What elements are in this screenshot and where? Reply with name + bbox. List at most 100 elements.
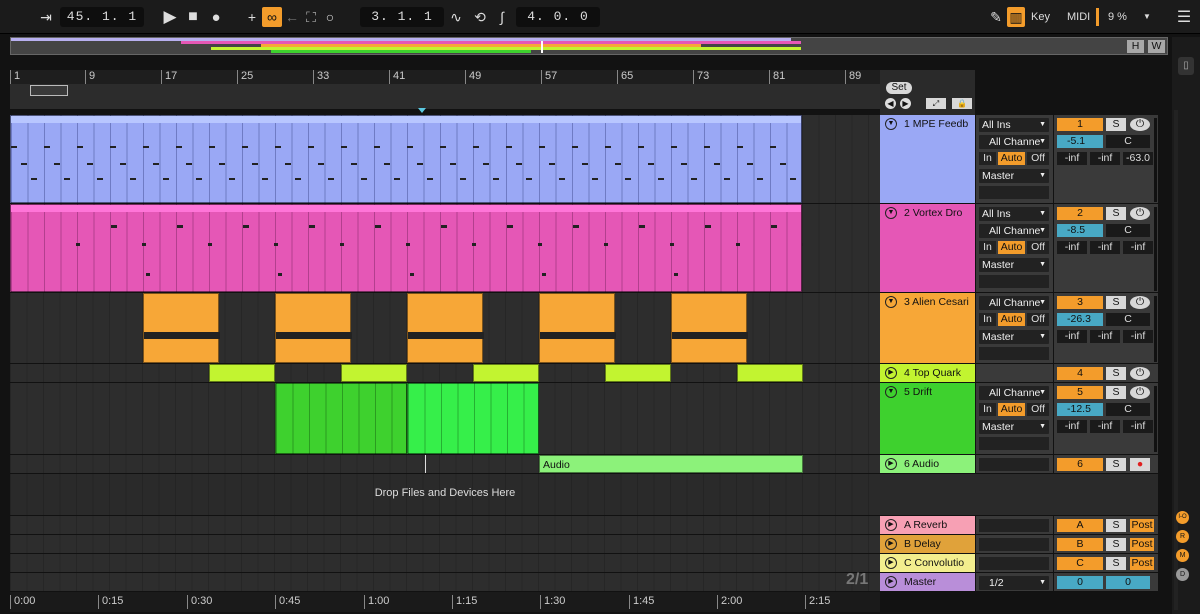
volume-field[interactable]: -26.3 bbox=[1057, 313, 1103, 326]
volume-field[interactable]: -5.1 bbox=[1057, 135, 1103, 148]
track-activator[interactable]: C bbox=[1057, 557, 1103, 570]
solo-button[interactable]: S bbox=[1106, 557, 1126, 570]
solo-button[interactable]: S bbox=[1106, 538, 1126, 551]
arm-icon[interactable]: ⏻ bbox=[1130, 207, 1150, 220]
return-lane-b[interactable] bbox=[10, 535, 880, 554]
pan-field[interactable]: C bbox=[1106, 224, 1150, 237]
loop-length[interactable]: 4. 0. 0 bbox=[516, 7, 600, 27]
monitor-in-button[interactable]: In bbox=[979, 403, 996, 416]
fold-icon[interactable]: ▶ bbox=[885, 519, 897, 531]
track-lane-2[interactable] bbox=[10, 204, 880, 293]
set-locator-button[interactable]: Set bbox=[886, 82, 912, 94]
io-toggle[interactable]: I-O bbox=[1176, 511, 1189, 524]
arm-icon[interactable]: ⏻ bbox=[1130, 118, 1150, 131]
output-channel[interactable] bbox=[979, 519, 1049, 532]
midi-clip[interactable] bbox=[209, 364, 275, 382]
post-button[interactable]: Post bbox=[1130, 557, 1154, 570]
return-lane-a[interactable] bbox=[10, 516, 880, 535]
track-activator[interactable]: 1 bbox=[1057, 118, 1103, 131]
track-activator[interactable]: 3 bbox=[1057, 296, 1103, 309]
monitor-in-button[interactable]: In bbox=[979, 313, 996, 326]
midi-clip[interactable] bbox=[143, 293, 220, 363]
fold-icon[interactable]: ▼ bbox=[885, 118, 897, 130]
next-locator-icon[interactable]: ▶ bbox=[900, 98, 911, 109]
volume-field[interactable]: -12.5 bbox=[1057, 403, 1103, 416]
return-header-c[interactable]: ▶ C Convolutio bbox=[880, 554, 975, 573]
track-header-6[interactable]: ▶ 6 Audio bbox=[880, 455, 975, 474]
link-icon[interactable]: ∞ bbox=[262, 7, 282, 27]
arm-icon[interactable]: ⏻ bbox=[1130, 296, 1150, 309]
cue-out-select[interactable]: 1/2 bbox=[979, 576, 1049, 590]
fold-icon[interactable]: ▶ bbox=[885, 367, 897, 379]
fold-icon[interactable]: ▶ bbox=[885, 576, 897, 588]
track-header-5[interactable]: ▼ 5 Drift bbox=[880, 383, 975, 455]
output-channel[interactable] bbox=[979, 458, 1049, 471]
add-icon[interactable]: + bbox=[242, 7, 262, 27]
key-map-button[interactable]: Key bbox=[1031, 7, 1050, 27]
master-volume-field[interactable]: 0 bbox=[1057, 576, 1103, 589]
midi-clip[interactable] bbox=[341, 364, 407, 382]
arrangement-overview[interactable] bbox=[10, 37, 1168, 55]
prev-locator-icon[interactable]: ◀ bbox=[885, 98, 896, 109]
midi-clip[interactable] bbox=[407, 383, 539, 454]
track-lane-1[interactable] bbox=[10, 115, 880, 204]
solo-button[interactable]: S bbox=[1106, 207, 1126, 220]
monitor-off-button[interactable]: Off bbox=[1027, 152, 1049, 165]
track-activator[interactable]: A bbox=[1057, 519, 1103, 532]
monitor-in-button[interactable]: In bbox=[979, 152, 996, 165]
loop-start[interactable]: 3. 1. 1 bbox=[360, 7, 444, 27]
fold-icon[interactable]: ▼ bbox=[885, 207, 897, 219]
track-activator[interactable]: 6 bbox=[1057, 458, 1103, 471]
track-header-2[interactable]: ▼ 2 Vortex Dro bbox=[880, 204, 975, 293]
mixer-toggle[interactable]: M bbox=[1176, 549, 1189, 562]
output-channel[interactable] bbox=[979, 186, 1049, 199]
drop-header-area[interactable] bbox=[880, 474, 1158, 516]
midi-clip[interactable] bbox=[539, 293, 616, 363]
solo-button[interactable]: S bbox=[1106, 458, 1126, 471]
monitor-off-button[interactable]: Off bbox=[1027, 403, 1049, 416]
expand-icon[interactable]: ⤢ bbox=[926, 98, 946, 109]
volume-field[interactable]: -8.5 bbox=[1057, 224, 1103, 237]
overview-h-button[interactable]: H bbox=[1127, 40, 1144, 53]
drop-area[interactable]: Drop Files and Devices Here bbox=[10, 474, 880, 516]
output-channel[interactable] bbox=[979, 275, 1049, 288]
fold-icon[interactable]: ▼ bbox=[885, 386, 897, 398]
record-arm-icon[interactable]: ● bbox=[1130, 458, 1150, 471]
pan-field[interactable]: C bbox=[1106, 135, 1150, 148]
return-lane-c[interactable] bbox=[10, 554, 880, 573]
post-button[interactable]: Post bbox=[1130, 519, 1154, 532]
output-select[interactable]: Master bbox=[979, 169, 1049, 183]
record-button[interactable]: ● bbox=[206, 7, 226, 27]
overview-w-button[interactable]: W bbox=[1148, 40, 1165, 53]
monitor-auto-button[interactable]: Auto bbox=[998, 313, 1025, 326]
pan-field[interactable]: C bbox=[1106, 403, 1150, 416]
arm-icon[interactable]: ⏻ bbox=[1130, 386, 1150, 399]
track-activator[interactable]: 5 bbox=[1057, 386, 1103, 399]
scroll-icon[interactable]: ▯ bbox=[1178, 57, 1194, 75]
audio-clip[interactable]: Audio bbox=[539, 455, 803, 473]
lock-icon[interactable]: 🔒 bbox=[952, 98, 972, 109]
midi-clip[interactable] bbox=[407, 293, 484, 363]
keyboard-icon[interactable]: ▥ bbox=[1007, 7, 1025, 27]
output-select[interactable]: Master bbox=[979, 330, 1049, 344]
midi-clip[interactable] bbox=[10, 204, 803, 292]
monitor-off-button[interactable]: Off bbox=[1027, 241, 1049, 254]
fold-icon[interactable]: ▶ bbox=[885, 538, 897, 550]
monitor-off-button[interactable]: Off bbox=[1027, 313, 1049, 326]
track-header-1[interactable]: ▼ 1 MPE Feedb bbox=[880, 115, 975, 204]
input-channel-select[interactable]: All Channe bbox=[979, 135, 1049, 149]
follow-icon[interactable]: ⇥ bbox=[36, 7, 56, 27]
master-pan-field[interactable]: 0 bbox=[1106, 576, 1150, 589]
midi-clip[interactable] bbox=[275, 293, 352, 363]
punch-out-icon[interactable]: ∫ bbox=[492, 7, 512, 27]
loop-brace[interactable] bbox=[30, 85, 68, 96]
output-channel[interactable] bbox=[979, 538, 1049, 551]
midi-clip[interactable] bbox=[473, 364, 539, 382]
master-header[interactable]: ▶ Master bbox=[880, 573, 975, 592]
master-lane[interactable]: 2/1 bbox=[10, 571, 880, 592]
arm-icon[interactable]: ⏻ bbox=[1130, 367, 1150, 380]
back-arrow-icon[interactable]: ← bbox=[282, 7, 302, 27]
output-channel[interactable] bbox=[979, 557, 1049, 570]
returns-toggle[interactable]: R bbox=[1176, 530, 1189, 543]
metronome-icon[interactable]: ○ bbox=[320, 7, 340, 27]
